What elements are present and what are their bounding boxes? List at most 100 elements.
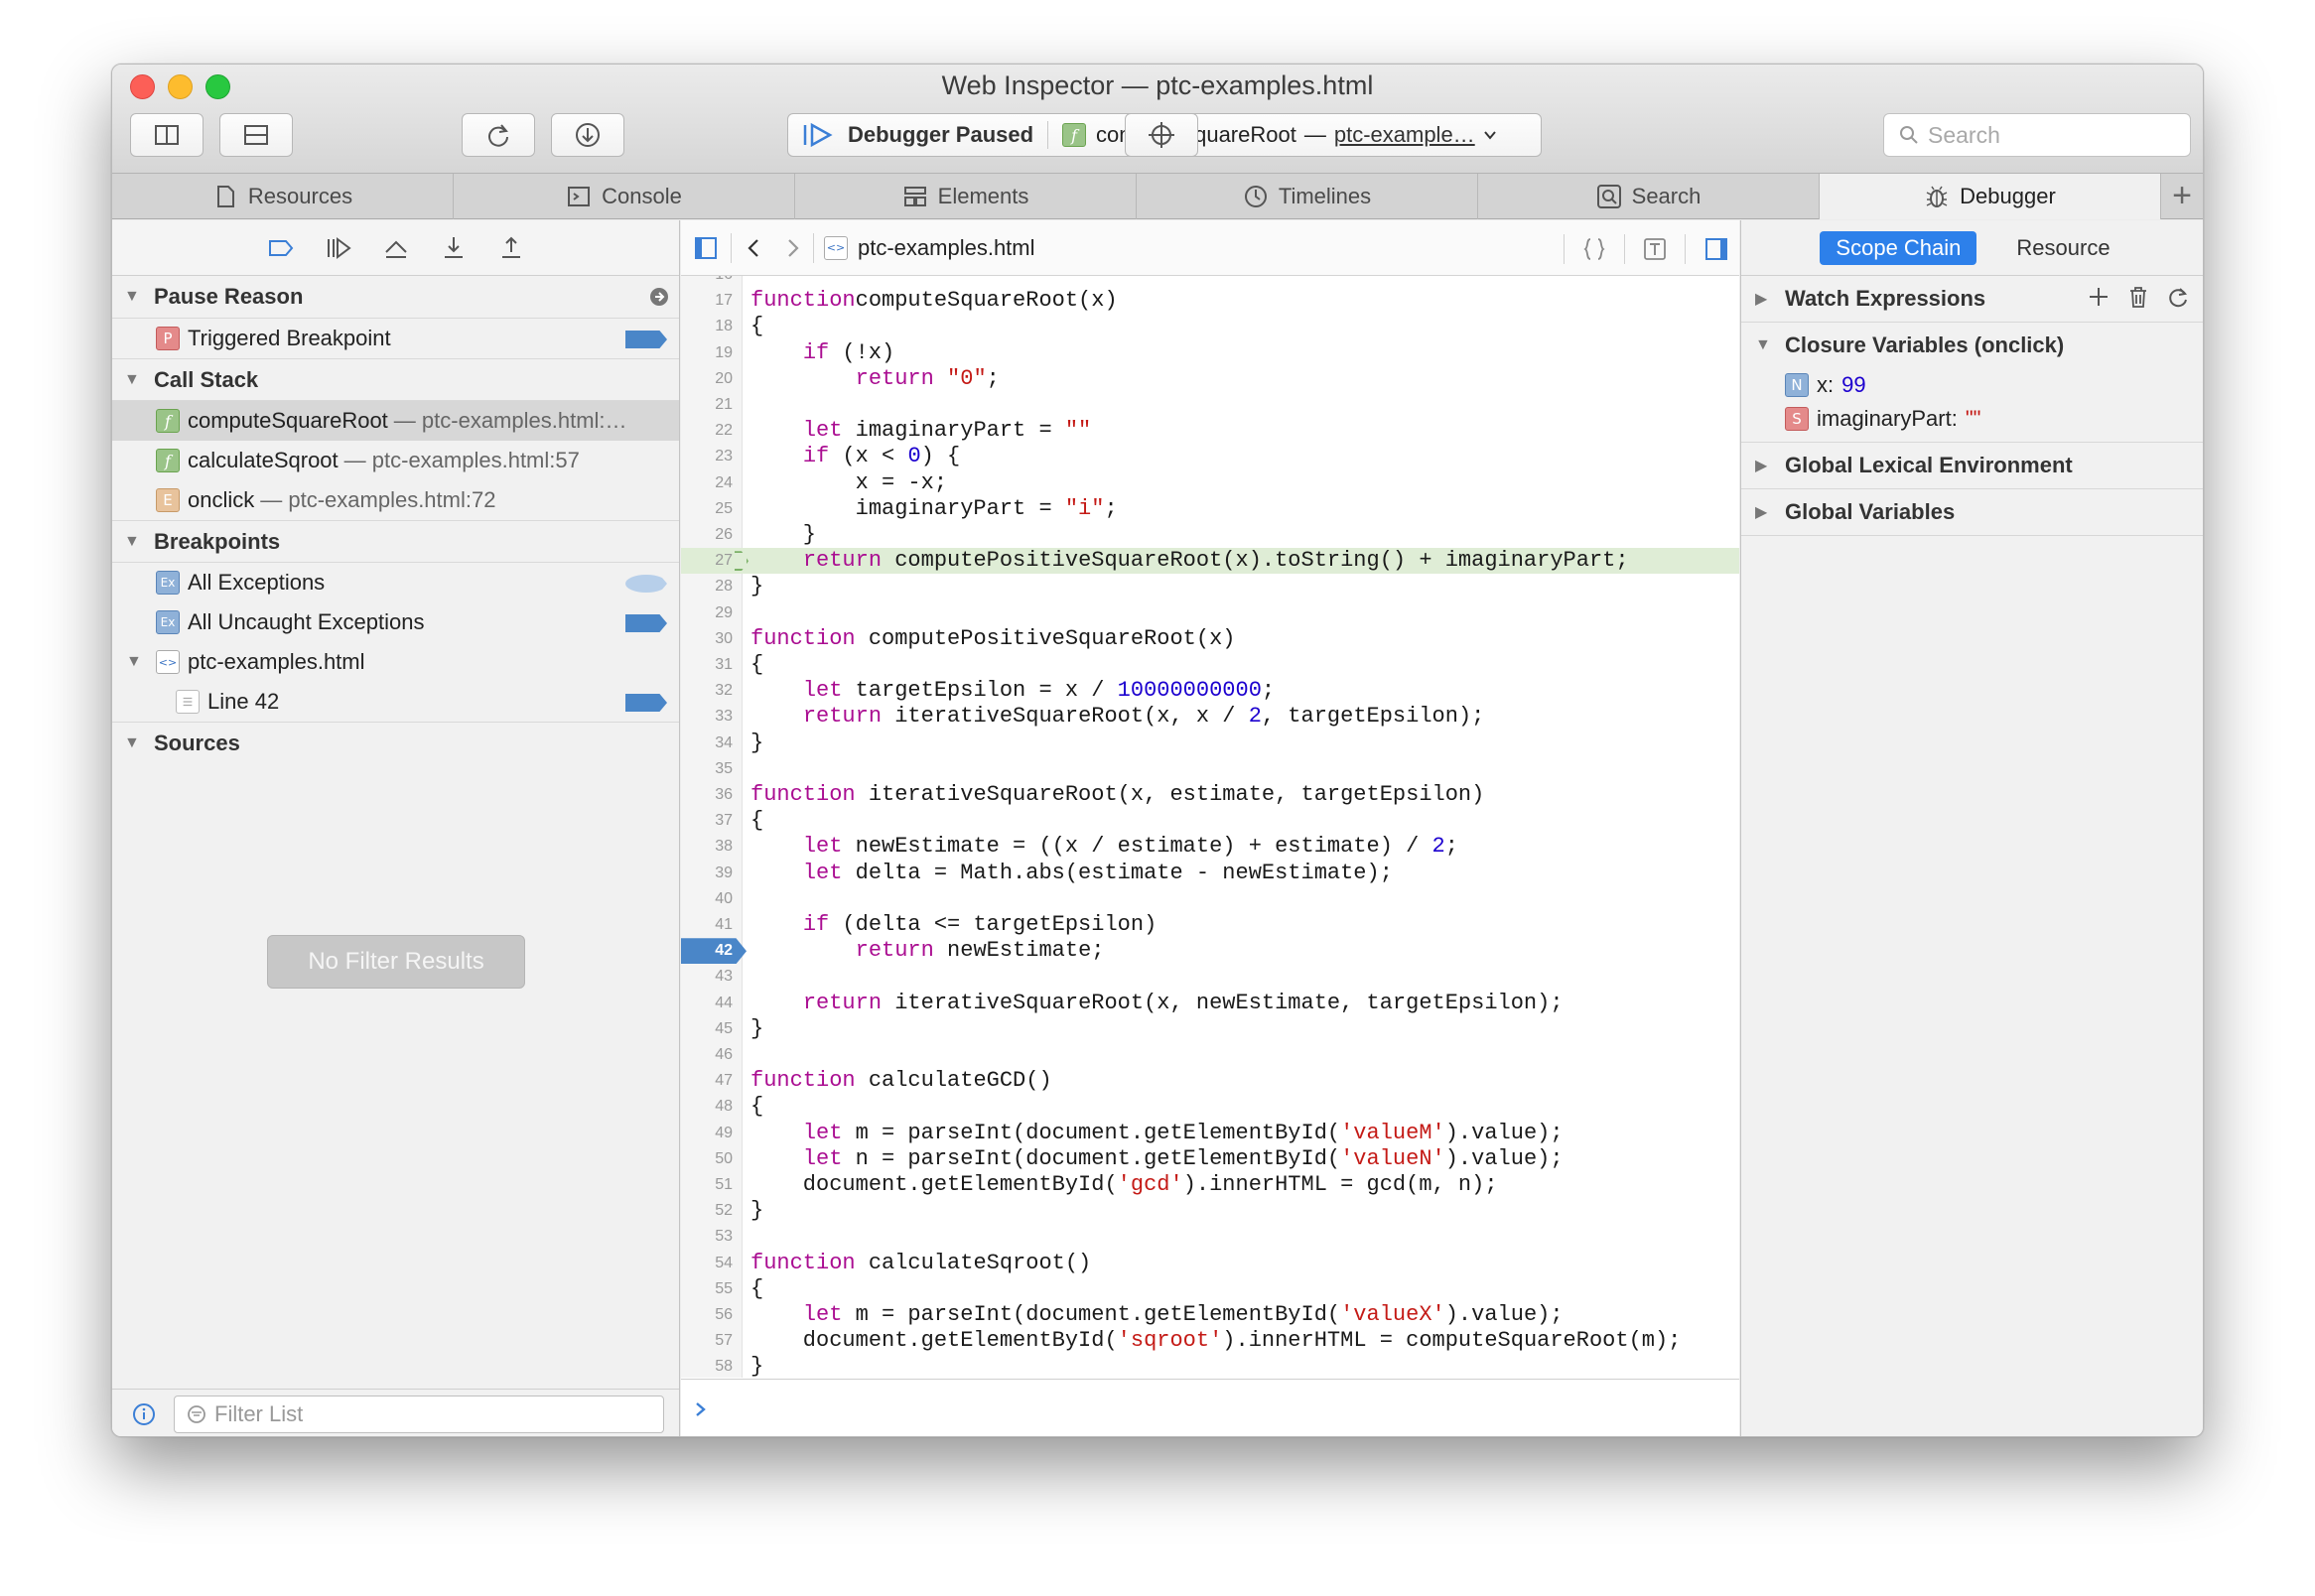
- line-number[interactable]: 44: [681, 991, 733, 1016]
- line-number[interactable]: 41: [681, 912, 733, 938]
- line-number[interactable]: 29: [681, 600, 733, 626]
- inspect-element-button[interactable]: [1125, 113, 1198, 157]
- line-number[interactable]: 57: [681, 1328, 733, 1354]
- go-to-arrow-icon[interactable]: [649, 287, 669, 307]
- call-frame[interactable]: f calculateSqroot — ptc-examples.html:57: [112, 441, 679, 480]
- line-number[interactable]: 16: [681, 276, 733, 288]
- line-number[interactable]: 27: [681, 548, 733, 574]
- line-number[interactable]: 54: [681, 1251, 733, 1276]
- code-line[interactable]: 58}: [681, 1354, 1739, 1378]
- code-line[interactable]: 55 {: [681, 1276, 1739, 1302]
- pause-reason-item[interactable]: P Triggered Breakpoint: [112, 319, 679, 358]
- line-number[interactable]: 21: [681, 392, 733, 418]
- code-line[interactable]: 49 let m = parseInt(document.getElementB…: [681, 1121, 1739, 1146]
- navigation-sidebar-icon[interactable]: [693, 235, 719, 261]
- code-line[interactable]: 19 if (!x): [681, 340, 1739, 366]
- line-number[interactable]: 37: [681, 808, 733, 834]
- tab-timelines[interactable]: Timelines: [1137, 174, 1478, 219]
- info-icon[interactable]: [132, 1402, 156, 1426]
- line-number[interactable]: 34: [681, 731, 733, 756]
- tab-debugger[interactable]: Debugger: [1820, 174, 2161, 219]
- line-number[interactable]: 17: [681, 288, 733, 314]
- code-line[interactable]: 25 imaginaryPart = "i";: [681, 496, 1739, 522]
- code-line[interactable]: 44 return iterativeSquareRoot(x, newEsti…: [681, 991, 1739, 1016]
- code-line[interactable]: 57 document.getElementById('sqroot').inn…: [681, 1328, 1739, 1354]
- code-line[interactable]: 28}: [681, 574, 1739, 599]
- code-line[interactable]: 35: [681, 756, 1739, 782]
- breakpoint-flag-icon[interactable]: [625, 694, 667, 712]
- code-line[interactable]: 47 function calculateGCD(): [681, 1068, 1739, 1094]
- code-line[interactable]: 51 document.getElementById('gcd').innerH…: [681, 1172, 1739, 1198]
- breakpoint-flag-icon[interactable]: [625, 614, 667, 632]
- line-number[interactable]: 35: [681, 756, 733, 782]
- code-line[interactable]: 26 }: [681, 522, 1739, 548]
- breakpoints-toggle-icon[interactable]: [267, 234, 295, 262]
- step-into-icon[interactable]: [440, 234, 468, 262]
- line-number[interactable]: 38: [681, 834, 733, 860]
- line-number[interactable]: 51: [681, 1172, 733, 1198]
- closure-variables-header[interactable]: ▼ Closure Variables (onclick): [1741, 323, 2203, 368]
- code-line[interactable]: 38 let newEstimate = ((x / estimate) + e…: [681, 834, 1739, 860]
- tab-resources[interactable]: Resources: [112, 174, 454, 219]
- line-number[interactable]: 56: [681, 1302, 733, 1328]
- pause-reason-header[interactable]: ▼ Pause Reason: [112, 276, 679, 319]
- code-line[interactable]: 29: [681, 600, 1739, 626]
- code-line[interactable]: 20 return "0";: [681, 366, 1739, 392]
- dock-side-button[interactable]: [130, 113, 204, 157]
- tab-elements[interactable]: Elements: [795, 174, 1137, 219]
- code-line[interactable]: 56 let m = parseInt(document.getElementB…: [681, 1302, 1739, 1328]
- line-number[interactable]: 33: [681, 704, 733, 730]
- global-variables-header[interactable]: ▶ Global Variables: [1741, 489, 2203, 535]
- code-line[interactable]: 21: [681, 392, 1739, 418]
- trash-icon[interactable]: [2125, 284, 2151, 310]
- line-number[interactable]: 24: [681, 470, 733, 496]
- uncaught-exceptions-breakpoint[interactable]: Ex All Uncaught Exceptions: [112, 602, 679, 642]
- code-line[interactable]: 32 let targetEpsilon = x / 10000000000;: [681, 678, 1739, 704]
- details-sidebar-icon[interactable]: [1703, 236, 1729, 262]
- back-arrow-icon[interactable]: [744, 237, 765, 259]
- type-profiler-icon[interactable]: [1643, 236, 1667, 262]
- code-line[interactable]: 17 functioncomputeSquareRoot(x): [681, 288, 1739, 314]
- line-number[interactable]: 26: [681, 522, 733, 548]
- tab-search[interactable]: Search: [1478, 174, 1820, 219]
- code-line[interactable]: 54 function calculateSqroot(): [681, 1251, 1739, 1276]
- tab-resource[interactable]: Resource: [2000, 231, 2125, 265]
- global-lexical-header[interactable]: ▶ Global Lexical Environment: [1741, 443, 2203, 488]
- reload-button[interactable]: [462, 113, 535, 157]
- code-line[interactable]: 36 function iterativeSquareRoot(x, estima…: [681, 782, 1739, 808]
- forward-arrow-icon[interactable]: [781, 237, 803, 259]
- line-number[interactable]: 19: [681, 340, 733, 366]
- breakpoint-flag-disabled-icon[interactable]: [625, 575, 667, 593]
- continue-icon[interactable]: [325, 234, 352, 262]
- line-number[interactable]: 52: [681, 1198, 733, 1224]
- line-number[interactable]: 36: [681, 782, 733, 808]
- line-number[interactable]: 23: [681, 444, 733, 469]
- download-button[interactable]: [551, 113, 624, 157]
- line-number[interactable]: 43: [681, 964, 733, 990]
- line-number[interactable]: 53: [681, 1224, 733, 1250]
- breakpoint-marker[interactable]: 42: [681, 938, 747, 965]
- tab-scope-chain[interactable]: Scope Chain: [1820, 230, 1977, 265]
- line-number[interactable]: 28: [681, 574, 733, 599]
- line-number[interactable]: 46: [681, 1042, 733, 1068]
- quick-console-prompt[interactable]: [681, 1379, 1739, 1436]
- tab-console[interactable]: Console: [454, 174, 795, 219]
- code-line[interactable]: 24 x = -x;: [681, 470, 1739, 496]
- line-number[interactable]: 22: [681, 418, 733, 444]
- code-line[interactable]: 40: [681, 886, 1739, 912]
- code-view[interactable]: 1617 functioncomputeSquareRoot(x) 18 {19 if…: [681, 276, 1739, 1378]
- step-over-icon[interactable]: [382, 234, 410, 262]
- filter-list-input[interactable]: Filter List: [174, 1395, 664, 1433]
- line-number[interactable]: 45: [681, 1016, 733, 1042]
- all-exceptions-breakpoint[interactable]: Ex All Exceptions: [112, 563, 679, 602]
- chevron-down-icon[interactable]: [1481, 126, 1499, 144]
- add-icon[interactable]: [2086, 284, 2111, 310]
- line-number[interactable]: 40: [681, 886, 733, 912]
- call-frame[interactable]: E onclick — ptc-examples.html:72: [112, 480, 679, 520]
- line-number[interactable]: 49: [681, 1121, 733, 1146]
- code-line[interactable]: 50 let n = parseInt(document.getElementB…: [681, 1146, 1739, 1172]
- sources-header[interactable]: ▼ Sources: [112, 722, 679, 764]
- code-line[interactable]: 22 let imaginaryPart = "": [681, 418, 1739, 444]
- code-line[interactable]: 53: [681, 1224, 1739, 1250]
- code-line[interactable]: 18 {: [681, 314, 1739, 339]
